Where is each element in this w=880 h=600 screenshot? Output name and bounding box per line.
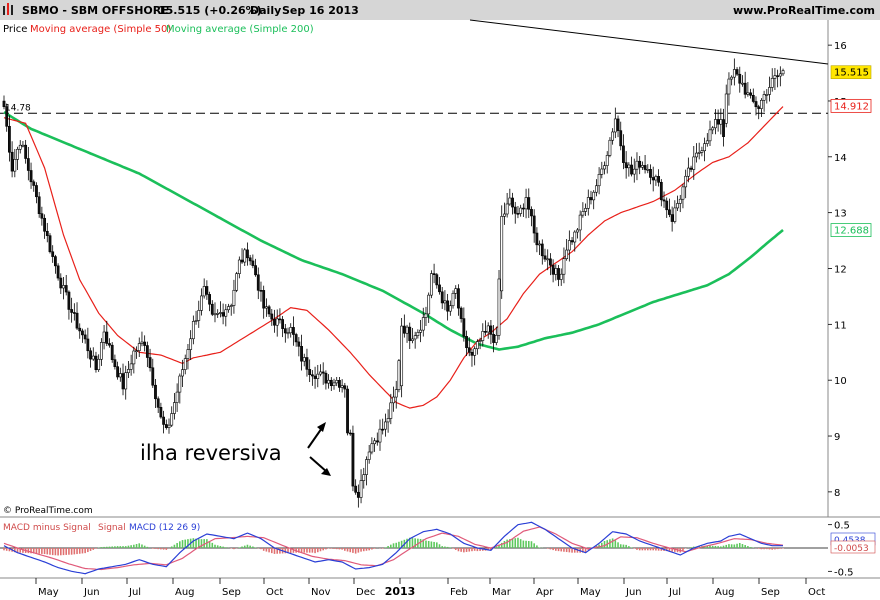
annotation-ilha-reversiva: ilha reversiva <box>140 441 282 465</box>
svg-text:15.515: 15.515 <box>834 68 869 79</box>
header-brand[interactable]: www.ProRealTime.com <box>733 4 875 17</box>
x-tick-label: Feb <box>450 587 468 598</box>
candle <box>400 317 404 398</box>
support-level-label: 14.78 <box>5 103 31 113</box>
candle <box>397 358 401 393</box>
x-tick-label: Jul <box>668 587 681 598</box>
y-tick-label: 10 <box>834 376 847 387</box>
candle <box>235 271 239 293</box>
macd-last-tags: 0.4538 -0.0053 <box>830 532 876 554</box>
candle <box>56 263 60 281</box>
x-tick-label: Jul <box>128 587 141 598</box>
x-tick-label: Jun <box>625 587 642 598</box>
candle <box>110 342 114 363</box>
last-price-tag: 15.515 <box>830 65 872 80</box>
candle <box>500 205 504 299</box>
macd-hist-last-value: -0.0053 <box>834 544 869 554</box>
x-tick-label: Oct <box>266 587 283 598</box>
x-tick-label: Aug <box>175 587 195 598</box>
x-tick-label: Sep <box>761 587 780 598</box>
ma200-price-tag: 12.688 <box>830 223 872 237</box>
chart-canvas: SBMO - SBM OFFSHORE 15.515 (+0.26%) Dail… <box>0 0 880 600</box>
legend-ma50: Moving average (Simple 50) <box>30 24 171 35</box>
x-tick-label: Mar <box>492 587 512 598</box>
header-date: Sep 16 2013 <box>282 4 359 17</box>
x-tick-label: Nov <box>311 587 331 598</box>
x-tick-label: Aug <box>715 587 735 598</box>
y-tick-label: 11 <box>834 320 847 331</box>
x-tick-label: 2013 <box>385 585 416 598</box>
macd-legend-hist: MACD minus Signal <box>3 523 91 533</box>
macd-y-tick-label: 0.5 <box>834 521 850 532</box>
header-title: SBMO - SBM OFFSHORE <box>22 4 169 17</box>
macd-legend-macd: MACD (12 26 9) <box>129 523 200 533</box>
x-tick-label: Apr <box>536 587 554 598</box>
header-quote: 15.515 (+0.26%) <box>158 4 262 17</box>
candle <box>608 137 612 158</box>
y-tick-label: 16 <box>834 41 847 52</box>
x-tick-label: Sep <box>222 587 241 598</box>
ma50-price-tag: 14.912 <box>830 98 872 113</box>
x-tick-label: Jun <box>83 587 100 598</box>
copyright-text: © ProRealTime.com <box>3 506 93 516</box>
x-tick-label: May <box>38 587 59 598</box>
legend-ma200: Moving average (Simple 200) <box>166 24 314 35</box>
x-tick-label: May <box>580 587 601 598</box>
y-tick-label: 12 <box>834 265 847 276</box>
candle <box>48 233 52 254</box>
y-tick-label: 13 <box>834 209 847 220</box>
candle <box>351 425 355 492</box>
svg-text:14.912: 14.912 <box>834 101 869 112</box>
y-tick-label: 9 <box>834 432 840 443</box>
candle <box>429 270 433 299</box>
candle <box>497 269 501 340</box>
y-tick-label: 8 <box>834 488 840 499</box>
macd-y-tick-label: -0.5 <box>834 567 854 578</box>
y-tick-label: 14 <box>834 153 847 164</box>
x-tick-label: Oct <box>808 587 825 598</box>
candle <box>451 290 455 309</box>
x-tick-label: Dec <box>356 587 375 598</box>
candle <box>346 385 349 436</box>
header-period: Daily <box>250 4 281 17</box>
svg-text:12.688: 12.688 <box>834 226 869 237</box>
legend-price: Price <box>3 24 27 35</box>
macd-legend-signal: Signal <box>98 523 126 533</box>
